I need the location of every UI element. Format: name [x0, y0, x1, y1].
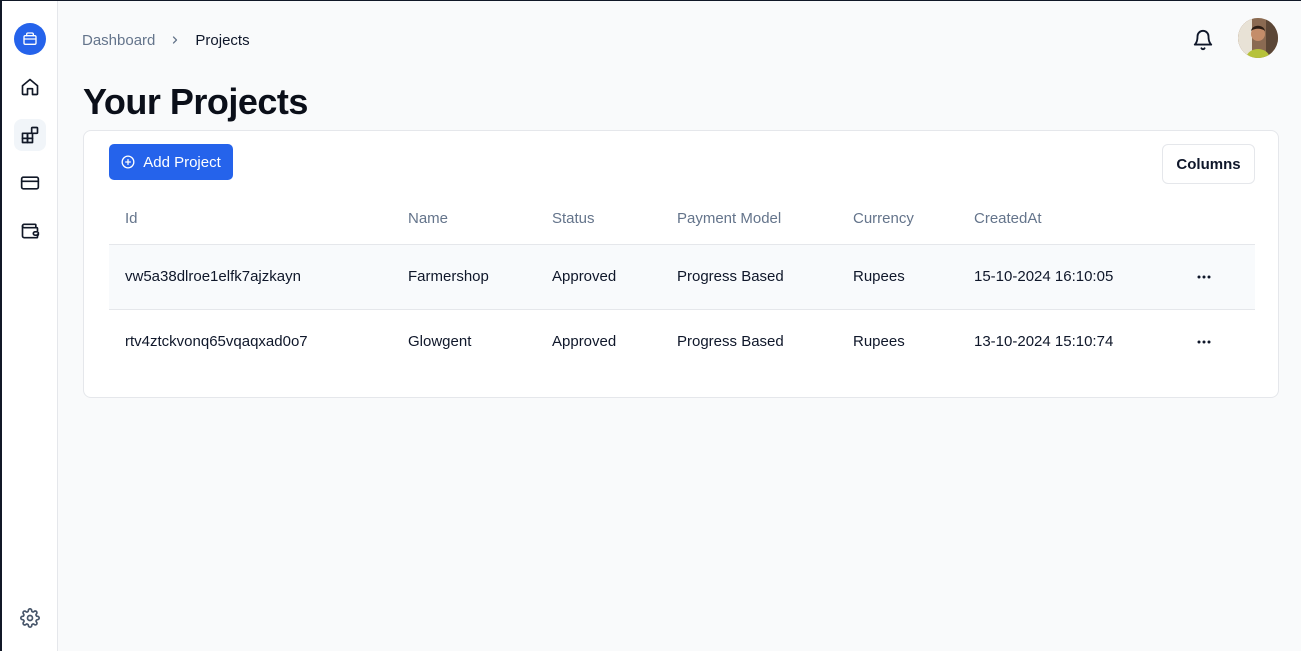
more-horizontal-icon	[1197, 275, 1211, 279]
header-payment-model[interactable]: Payment Model	[677, 210, 781, 227]
header-id[interactable]: Id	[125, 210, 138, 227]
gear-icon	[20, 608, 40, 628]
wallet-icon	[21, 223, 40, 239]
sidebar-item-projects[interactable]	[14, 119, 46, 151]
sidebar	[2, 1, 58, 651]
projects-card: Add Project Columns Id Name Status Payme…	[83, 130, 1279, 398]
sidebar-item-billing[interactable]	[14, 167, 46, 199]
logo-button[interactable]	[14, 23, 46, 55]
add-project-button[interactable]: Add Project	[109, 144, 233, 180]
breadcrumb-dashboard-link[interactable]: Dashboard	[82, 32, 155, 49]
bell-icon	[1193, 30, 1213, 51]
sidebar-item-settings[interactable]	[14, 602, 46, 634]
table-row[interactable]: rtv4ztckvonq65vqaqxad0o7 Glowgent Approv…	[109, 310, 1255, 375]
header-currency[interactable]: Currency	[853, 210, 914, 227]
columns-button[interactable]: Columns	[1162, 144, 1255, 184]
cell-id: vw5a38dlroe1elfk7ajzkayn	[125, 268, 301, 285]
breadcrumb: Dashboard Projects	[82, 30, 250, 50]
credit-card-icon	[20, 176, 40, 190]
notifications-button[interactable]	[1189, 26, 1217, 54]
cell-payment-model: Progress Based	[677, 268, 784, 285]
header-created-at[interactable]: CreatedAt	[974, 210, 1042, 227]
more-horizontal-icon	[1197, 340, 1211, 344]
cell-status: Approved	[552, 333, 617, 350]
breadcrumb-current: Projects	[195, 31, 250, 49]
add-project-label: Add Project	[143, 153, 221, 171]
table-header: Id Name Status Payment Model Currency Cr…	[109, 201, 1255, 245]
app-window: Dashboard Projects Your Projects Add Pro…	[0, 0, 1301, 651]
cell-currency: Rupees	[853, 268, 905, 285]
cell-name: Glowgent	[408, 333, 472, 350]
page-title: Your Projects	[83, 81, 308, 122]
cell-created-at: 13-10-2024 15:10:74	[974, 333, 1114, 350]
package-icon	[23, 32, 37, 45]
cell-currency: Rupees	[853, 333, 905, 350]
cell-payment-model: Progress Based	[677, 333, 784, 350]
row-actions-button[interactable]	[1189, 330, 1219, 354]
row-actions-button[interactable]	[1189, 265, 1219, 289]
sidebar-item-home[interactable]	[14, 71, 46, 103]
header-status[interactable]: Status	[552, 210, 595, 227]
table-row[interactable]: vw5a38dlroe1elfk7ajzkayn Farmershop Appr…	[109, 245, 1255, 310]
home-icon	[21, 78, 39, 96]
projects-icon	[21, 126, 39, 144]
user-avatar-image	[1238, 18, 1278, 58]
chevron-right-icon	[169, 34, 181, 46]
cell-created-at: 15-10-2024 16:10:05	[974, 268, 1114, 285]
header-name[interactable]: Name	[408, 210, 448, 227]
avatar[interactable]	[1238, 18, 1278, 58]
plus-circle-icon	[121, 155, 135, 169]
cell-name: Farmershop	[408, 268, 489, 285]
cell-id: rtv4ztckvonq65vqaqxad0o7	[125, 333, 308, 350]
projects-table: Id Name Status Payment Model Currency Cr…	[109, 201, 1255, 375]
cell-status: Approved	[552, 268, 617, 285]
sidebar-item-wallet[interactable]	[14, 215, 46, 247]
